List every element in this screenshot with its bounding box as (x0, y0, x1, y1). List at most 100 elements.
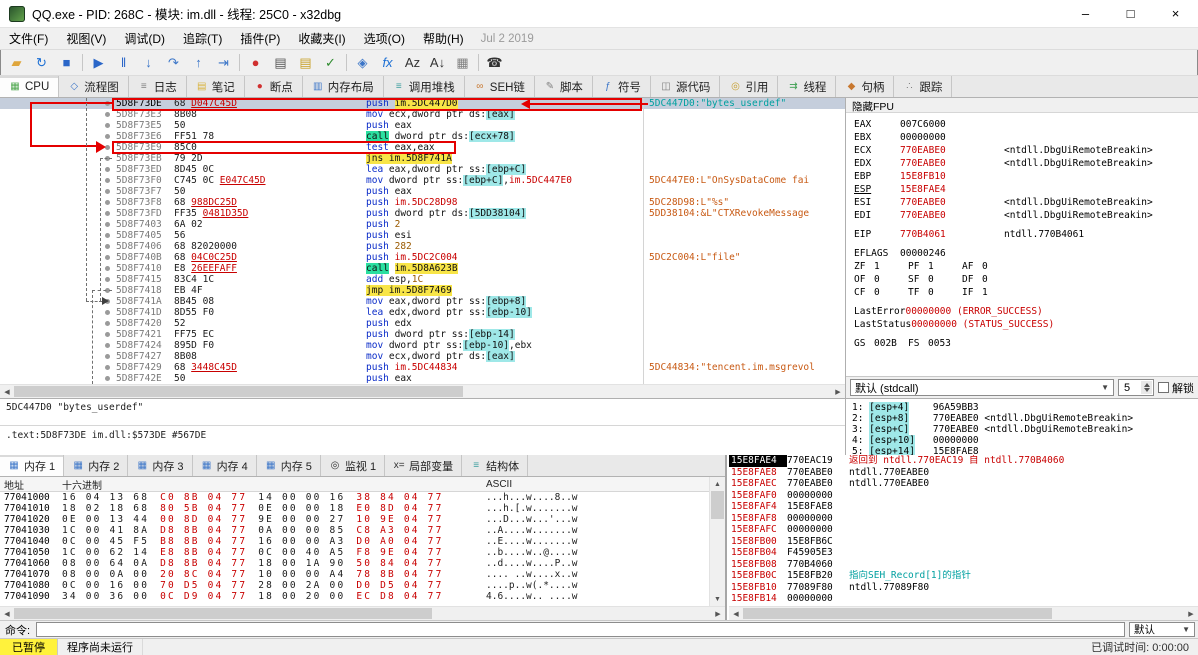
stack-row[interactable]: 15E8FAF0 00000000 (729, 490, 1198, 502)
stack-pane[interactable]: 15E8FAE4 770EAC19 返回到 ntdll.770EAC19 自 ntd… (729, 455, 1198, 620)
dump-row[interactable]: 77041060 08 00 64 0A D8 8B 04 77 18 00 1A 9… (0, 558, 725, 569)
scroll-track[interactable] (743, 607, 1184, 620)
breakpoint-gutter[interactable] (0, 329, 116, 340)
stack-row[interactable]: 15E8FAEC 770EABE0 ntdll.770EABE0 (729, 478, 1198, 490)
stack-row[interactable]: 15E8FB08 770B4060 (729, 559, 1198, 571)
menu-item[interactable]: 文件(F) (0, 28, 57, 49)
disasm-row[interactable]: 5D8F73F0 C745 0C E047C45D mov dword ptr ss… (0, 175, 845, 186)
breakpoint-gutter[interactable] (0, 274, 116, 285)
dump-row[interactable]: 77041050 1C 00 62 14 E8 8B 04 77 0C 00 40 A… (0, 547, 725, 558)
stack-row[interactable]: 15E8FAF8 00000000 (729, 513, 1198, 525)
fx-button[interactable]: fx (375, 52, 400, 74)
register-row[interactable]: LastStatus00000000 (STATUS_SUCCESS) (854, 318, 1198, 331)
disasm-row[interactable]: 5D8F741A 8B45 08 mov eax,dword ptr ss:[ebp… (0, 296, 845, 307)
menu-item[interactable]: 选项(O) (355, 28, 414, 49)
dump-row[interactable]: 77041070 08 00 0A 00 20 8C 04 77 10 00 00 A… (0, 569, 725, 580)
scroll-thumb[interactable] (14, 386, 464, 397)
disasm-row[interactable]: 5D8F742E 50 push eax (0, 373, 845, 384)
run-to-user-code-button[interactable]: ⇥ (211, 52, 236, 74)
disasm-row[interactable]: 5D8F73E5 50 push eax (0, 120, 845, 131)
spinner-arrows-icon[interactable] (1141, 381, 1152, 394)
column-header-hex[interactable]: 十六进制 (62, 477, 486, 492)
breakpoint-gutter[interactable] (0, 252, 116, 263)
scroll-left-icon[interactable]: ◀ (729, 607, 743, 620)
register-row[interactable]: EDX 770EABE0 <ntdll.DbgUiRemoteBreakin> (854, 157, 1198, 170)
register-row[interactable]: CF 0 TF 0 IF 1 (854, 286, 1198, 299)
tab-memory-5[interactable]: ▦ 内存 5 (257, 455, 321, 476)
tab-locals[interactable]: x= 局部变量 (385, 455, 463, 476)
scroll-right-icon[interactable]: ▶ (1184, 607, 1198, 620)
menu-item[interactable]: 视图(V) (57, 28, 115, 49)
stack-arg-row[interactable]: 4: [esp+10] 00000000 (852, 435, 1198, 446)
search-button[interactable]: A↓ (425, 52, 450, 74)
stack-row[interactable]: 15E8FB14 00000000 (729, 593, 1198, 605)
disasm-row[interactable]: 5D8F73E6 FF51 78 call dword ptr ds:[ecx+78… (0, 131, 845, 142)
register-row[interactable]: ESI 770EABE0 <ntdll.DbgUiRemoteBreakin> (854, 196, 1198, 209)
tab-memory-2[interactable]: ▦ 内存 2 (64, 455, 129, 476)
tab-script[interactable]: ✎ 脚本 (535, 76, 593, 97)
tab-threads[interactable]: ⇉ 线程 (778, 76, 837, 97)
minimize-button[interactable]: – (1063, 0, 1108, 27)
open-file-button[interactable]: ▰ (4, 52, 29, 74)
breakpoint-gutter[interactable] (0, 340, 116, 351)
scroll-track[interactable] (710, 491, 725, 592)
tab-graph[interactable]: ◇ 流程图 (59, 76, 129, 97)
menu-item[interactable]: 帮助(H) (414, 28, 473, 49)
menu-item[interactable]: 调试(D) (115, 28, 174, 49)
dump-row[interactable]: 77041000 16 04 13 68 C0 8B 04 77 14 00 00 1… (0, 492, 725, 503)
breakpoint-gutter[interactable] (0, 241, 116, 252)
dump-vscrollbar[interactable]: ▲ ▼ (709, 477, 725, 606)
stack-row[interactable]: 15E8FAE4 770EAC19 返回到 ntdll.770EAC19 自 ntd… (729, 455, 1198, 467)
register-row[interactable]: EDI 770EABE0 <ntdll.DbgUiRemoteBreakin> (854, 209, 1198, 222)
disasm-row[interactable]: 5D8F73E9 85C0 test eax,eax (0, 142, 845, 153)
dump-row[interactable]: 77041080 0C 00 16 00 70 D5 04 77 28 00 2A 0… (0, 580, 725, 591)
breakpoint-gutter[interactable] (0, 307, 116, 318)
tab-references[interactable]: ◎ 引用 (720, 76, 779, 97)
breakpoint-gutter[interactable] (0, 263, 116, 274)
breakpoint-gutter[interactable] (0, 142, 116, 153)
register-row[interactable]: GS 002B FS 0053 (854, 337, 1198, 350)
disasm-row[interactable]: 5D8F7410 E8 26EEFAFF call im.5D8A623B (0, 263, 845, 274)
disasm-row[interactable]: 5D8F7418 EB 4F jmp im.5D8F7469 (0, 285, 845, 296)
disassembly-pane[interactable]: 5D8F73DE 68 D047C45D push im.5DC447D0 5DC44… (0, 98, 845, 384)
dump-row[interactable]: 77041010 18 02 18 68 80 5B 04 77 0E 00 00 1… (0, 503, 725, 514)
menu-item[interactable]: 追踪(T) (174, 28, 231, 49)
scroll-thumb[interactable] (711, 491, 724, 519)
registers-pane[interactable]: 隐藏FPU EAX 007C6000 EBX 00000000 ECX 770EABE0 <… (845, 98, 1198, 398)
breakpoint-gutter[interactable] (0, 186, 116, 197)
breakpoint-gutter[interactable] (0, 285, 116, 296)
breakpoint-gutter[interactable] (0, 131, 116, 142)
breakpoint-gutter[interactable] (0, 362, 116, 373)
dump-hscrollbar[interactable]: ◀ ▶ (0, 606, 725, 620)
pause-button[interactable]: ‖ (111, 52, 136, 74)
disasm-row[interactable]: 5D8F7415 83C4 1C add esp,1C (0, 274, 845, 285)
stack-arg-row[interactable]: 3: [esp+C] 770EABE0 <ntdll.DbgUiRemoteBr… (852, 424, 1198, 435)
stack-args-pane[interactable]: 1: [esp+4] 96A59BB3 2: [esp+8] 770EABE0 <… (845, 398, 1198, 457)
patch-button[interactable]: ▦ (450, 52, 475, 74)
breakpoint-gutter[interactable] (0, 109, 116, 120)
maximize-button[interactable]: □ (1108, 0, 1153, 27)
register-row[interactable]: EBX 00000000 (854, 131, 1198, 144)
tab-memory-3[interactable]: ▦ 内存 3 (128, 455, 193, 476)
step-out-button[interactable]: ↑ (186, 52, 211, 74)
scroll-thumb[interactable] (14, 608, 433, 619)
disasm-row[interactable]: 5D8F7420 52 push edx (0, 318, 845, 329)
graph-button[interactable]: ◈ (350, 52, 375, 74)
tab-notes[interactable]: ▤ 笔记 (187, 76, 245, 97)
column-header-address[interactable]: 地址 (0, 477, 62, 492)
tab-struct[interactable]: ≡ 结构体 (462, 455, 529, 476)
stack-row[interactable]: 15E8FAF4 15E8FAE8 (729, 501, 1198, 513)
breakpoint-gutter[interactable] (0, 197, 116, 208)
dump-row[interactable]: 77041030 1C 00 41 8A D8 8B 04 77 0A 00 00 8… (0, 525, 725, 536)
restart-button[interactable]: ↻ (29, 52, 54, 74)
stack-arg-row[interactable]: 1: [esp+4] 96A59BB3 (852, 402, 1198, 413)
tab-trace[interactable]: ∴ 跟踪 (894, 76, 953, 97)
disasm-row[interactable]: 5D8F741D 8D55 F0 lea edx,dword ptr ss:[ebp… (0, 307, 845, 318)
breakpoint-gutter[interactable] (0, 351, 116, 362)
dump-row[interactable]: 77041020 0E 00 13 44 00 8D 04 77 9E 00 00 2… (0, 514, 725, 525)
disasm-row[interactable]: 5D8F73DE 68 D047C45D push im.5DC447D0 5DC44… (0, 98, 845, 109)
stack-row[interactable]: 15E8FB10 77089F80 ntdll.77089F80 (729, 582, 1198, 594)
tab-source[interactable]: ◫ 源代码 (651, 76, 721, 97)
disasm-row[interactable]: 5D8F7429 68 3448C45D push im.5DC44834 5DC44… (0, 362, 845, 373)
scroll-track[interactable] (14, 385, 831, 398)
